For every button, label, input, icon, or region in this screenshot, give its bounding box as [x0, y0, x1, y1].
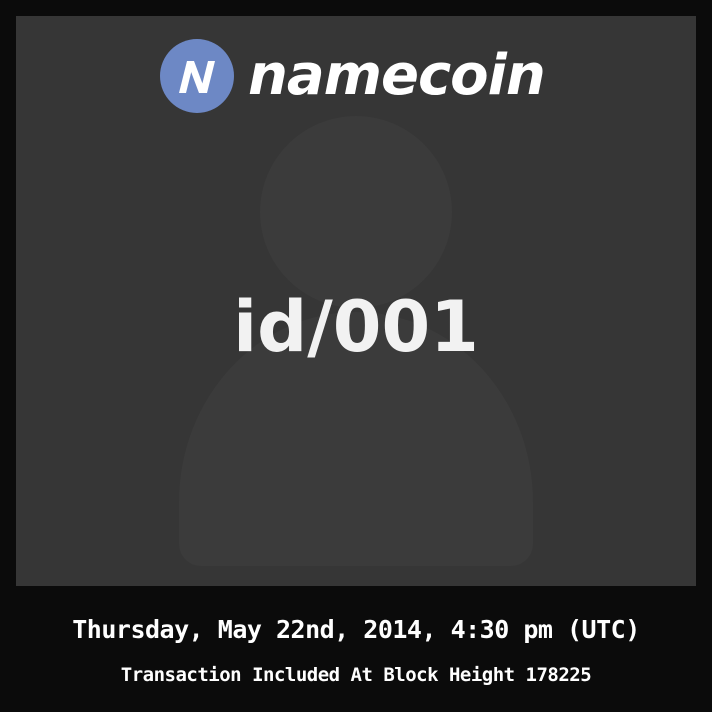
silhouette-head [260, 116, 452, 308]
identity-card: namecoin id/001 [16, 16, 696, 586]
registration-date: Thursday, May 22nd, 2014, 4:30 pm (UTC) [72, 615, 640, 644]
namecoin-n-logo-icon [160, 39, 234, 113]
namecoin-identity-name: id/001 [233, 286, 479, 368]
logo-wordmark: namecoin [248, 43, 546, 108]
block-height-text: Transaction Included At Block Height 178… [120, 664, 592, 686]
namecoin-logo: namecoin [160, 36, 546, 116]
